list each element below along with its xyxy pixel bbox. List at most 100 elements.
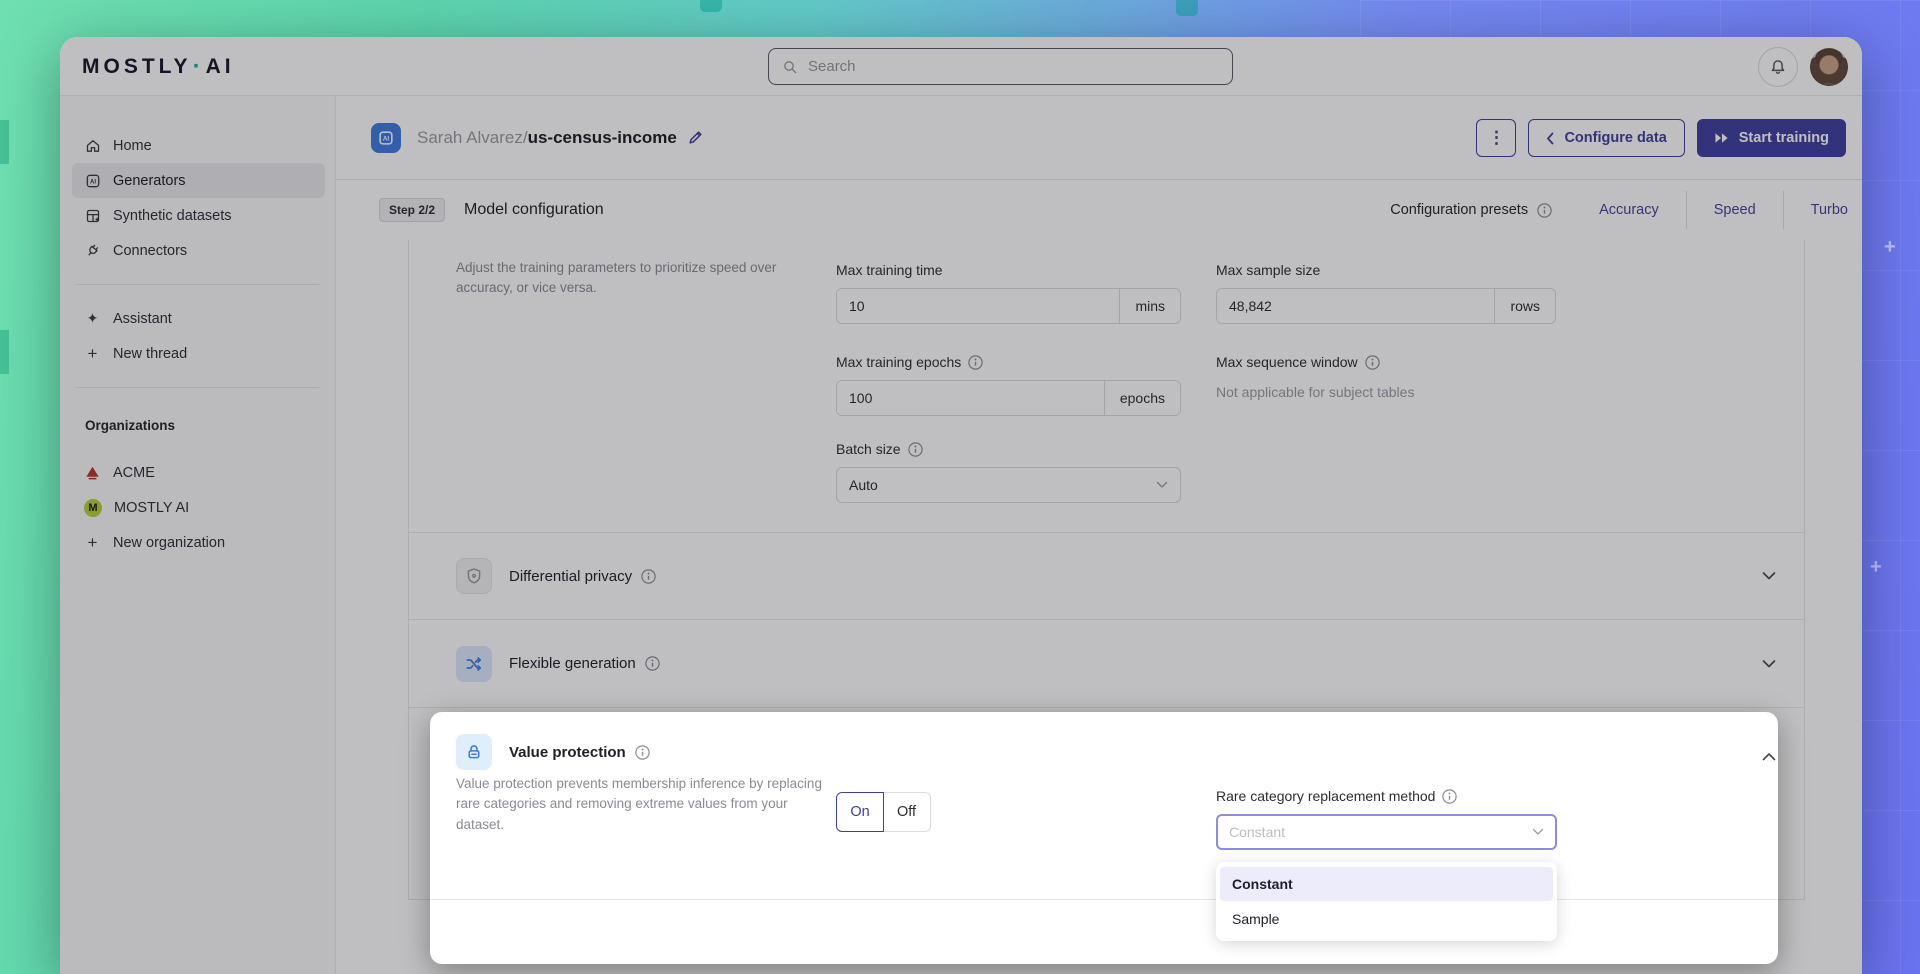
sidebar: Home AI Generators Synthetic datasets Co…	[60, 96, 336, 974]
toggle-on-button[interactable]: On	[836, 792, 884, 832]
notifications-button[interactable]	[1758, 47, 1798, 87]
sidebar-item-home[interactable]: Home	[72, 128, 325, 163]
max-training-epochs-group: epochs	[836, 380, 1181, 416]
bell-icon	[1769, 58, 1787, 76]
chevron-down-icon[interactable]	[1762, 572, 1776, 581]
toggle-off-button[interactable]: Off	[883, 792, 931, 832]
chevron-down-icon	[1532, 828, 1544, 836]
main-area: AI Sarah Alvarez/ us-census-income ⋮ Con…	[336, 96, 1862, 974]
flexible-generation-header[interactable]: Flexible generation	[409, 620, 1804, 707]
step-chip: Step 2/2	[379, 198, 445, 222]
header-actions: ⋮ Configure data Start training	[1476, 119, 1846, 157]
more-actions-button[interactable]: ⋮	[1476, 119, 1516, 157]
sidebar-item-connectors[interactable]: Connectors	[72, 233, 325, 268]
sidebar-item-label: MOSTLY AI	[114, 500, 189, 516]
sidebar-item-assistant[interactable]: ✦ Assistant	[72, 301, 325, 336]
acme-org-icon	[84, 464, 101, 481]
differential-privacy-section: Differential privacy	[409, 533, 1804, 620]
info-icon[interactable]	[1365, 355, 1380, 370]
sidebar-divider	[76, 284, 319, 285]
background-plus-decoration: +	[1884, 236, 1896, 259]
value-protection-description: Value protection prevents membership inf…	[456, 774, 824, 835]
info-icon[interactable]	[645, 656, 660, 671]
dropdown-option-sample[interactable]: Sample	[1220, 902, 1553, 936]
configure-data-button[interactable]: Configure data	[1528, 119, 1684, 157]
assistant-sparkle-icon: ✦	[84, 310, 101, 327]
info-icon[interactable]	[1442, 789, 1457, 804]
logo-dot: ·	[193, 53, 205, 81]
value-protection-toggle: On Off	[836, 792, 931, 832]
max-sequence-window-note: Not applicable for subject tables	[1216, 384, 1556, 400]
chevron-down-icon	[1156, 481, 1168, 489]
generator-header: AI Sarah Alvarez/ us-census-income ⋮ Con…	[336, 96, 1862, 180]
info-icon[interactable]	[635, 745, 650, 760]
search-bar[interactable]	[768, 48, 1233, 85]
page-title: Model configuration	[464, 201, 604, 219]
differential-privacy-header[interactable]: Differential privacy	[409, 533, 1804, 619]
preset-speed[interactable]: Speed	[1687, 202, 1783, 218]
flexible-generation-section: Flexible generation	[409, 620, 1804, 708]
training-parameters-description: Adjust the training parameters to priori…	[456, 258, 808, 297]
synthetic-datasets-icon	[84, 208, 101, 224]
plus-icon: +	[84, 345, 101, 362]
section-title: Differential privacy	[509, 568, 656, 585]
chevron-down-icon[interactable]	[1762, 659, 1776, 668]
sidebar-item-new-organization[interactable]: + New organization	[72, 525, 325, 560]
max-sample-size-input[interactable]	[1217, 289, 1494, 323]
info-icon[interactable]	[908, 442, 923, 457]
sidebar-item-label: Assistant	[113, 311, 172, 327]
max-sequence-window-label: Max sequence window	[1216, 354, 1556, 370]
max-training-epochs-input[interactable]	[837, 381, 1104, 415]
sidebar-item-generators[interactable]: AI Generators	[72, 163, 325, 198]
batch-size-label: Batch size	[836, 441, 1181, 457]
dropdown-option-constant[interactable]: Constant	[1220, 867, 1553, 901]
mostly-ai-logo[interactable]: MOSTLY·AI	[82, 37, 235, 96]
sidebar-item-label: New thread	[113, 346, 187, 362]
edit-name-icon[interactable]	[687, 129, 704, 146]
sidebar-item-org-mostly-ai[interactable]: M MOSTLY AI	[72, 490, 325, 525]
sidebar-item-org-acme[interactable]: ACME	[72, 455, 325, 490]
lock-icon	[456, 734, 492, 770]
top-bar: MOSTLY·AI	[60, 37, 1862, 96]
max-training-time-group: mins	[836, 288, 1181, 324]
sidebar-item-label: Synthetic datasets	[113, 208, 232, 224]
rare-category-select[interactable]: Constant	[1216, 814, 1557, 850]
logo-text-right: AI	[206, 55, 235, 79]
sidebar-item-new-thread[interactable]: + New thread	[72, 336, 325, 371]
configure-data-label: Configure data	[1564, 130, 1666, 146]
app-window: MOSTLY·AI Home AI Generators Synthetic d…	[60, 37, 1862, 974]
topbar-right-group	[1758, 37, 1848, 96]
preset-accuracy[interactable]: Accuracy	[1572, 202, 1686, 218]
sidebar-item-label: Home	[113, 138, 152, 154]
search-icon	[782, 59, 798, 75]
svg-text:AI: AI	[90, 179, 96, 185]
start-training-label: Start training	[1739, 130, 1829, 146]
mostly-ai-org-icon: M	[84, 499, 102, 517]
chevron-up-icon[interactable]	[1762, 752, 1776, 761]
chevron-left-icon	[1546, 132, 1554, 145]
training-parameters-section: Adjust the training parameters to priori…	[409, 240, 1804, 533]
preset-turbo[interactable]: Turbo	[1784, 202, 1848, 218]
batch-size-select[interactable]: Auto	[836, 467, 1181, 503]
max-sample-size-group: rows	[1216, 288, 1556, 324]
info-icon[interactable]	[968, 355, 983, 370]
generator-icon: AI	[371, 123, 401, 153]
max-training-time-unit: mins	[1119, 289, 1180, 323]
info-icon[interactable]	[641, 569, 656, 584]
organizations-heading: Organizations	[85, 418, 335, 433]
configuration-sections-card: Adjust the training parameters to priori…	[408, 240, 1805, 900]
background-notch-decoration	[0, 120, 9, 164]
configuration-presets: Configuration presets Accuracy Speed Tur…	[1390, 180, 1848, 240]
start-training-button[interactable]: Start training	[1697, 119, 1846, 157]
logo-text-left: MOSTLY	[82, 55, 192, 79]
background-square-decoration	[1176, 0, 1198, 16]
max-sample-size-unit: rows	[1494, 289, 1555, 323]
background-square-decoration	[700, 0, 722, 12]
search-input[interactable]	[808, 58, 1232, 75]
generator-owner: Sarah Alvarez/	[417, 128, 528, 148]
max-training-time-input[interactable]	[837, 289, 1119, 323]
sidebar-item-synthetic-datasets[interactable]: Synthetic datasets	[72, 198, 325, 233]
value-protection-section: Value protection Value protection preven…	[409, 708, 1804, 900]
info-icon[interactable]	[1537, 203, 1552, 218]
user-avatar[interactable]	[1810, 48, 1848, 86]
